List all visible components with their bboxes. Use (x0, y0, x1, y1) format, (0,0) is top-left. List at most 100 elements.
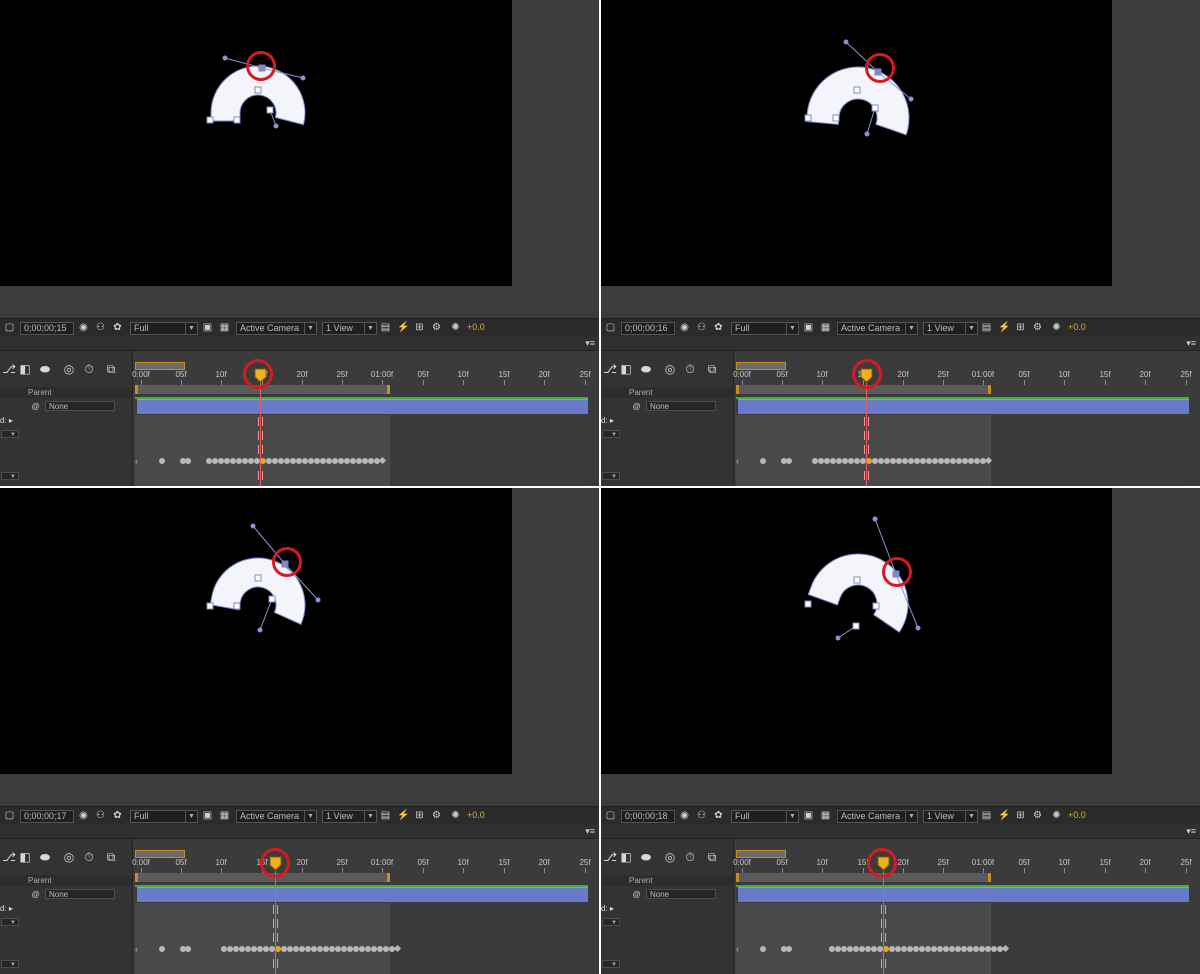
flowchart-icon[interactable]: ⚙ (1032, 810, 1043, 821)
resolution-select[interactable]: Full (130, 322, 190, 335)
transparency-grid-icon[interactable]: ▦ (820, 322, 831, 333)
panel-menu-icon[interactable]: ▾≡ (585, 337, 595, 349)
prev-keyframe-icon[interactable]: ‹ (135, 455, 138, 467)
toggle-pixel-aspect-icon[interactable]: ▤ (380, 322, 391, 333)
shape-layer[interactable] (0, 0, 599, 318)
play-icon[interactable]: ▸ (608, 904, 614, 913)
exposure-reset-icon[interactable]: ✺ (450, 322, 461, 333)
exposure-reset-icon[interactable]: ✺ (1051, 810, 1062, 821)
play-icon[interactable]: ▸ (7, 416, 13, 425)
current-time-display[interactable]: 0;00;00;16 (621, 322, 675, 335)
resolution-select[interactable]: Full (731, 322, 791, 335)
exposure-value[interactable]: +0.0 (1068, 810, 1086, 821)
keyframe[interactable] (786, 946, 792, 952)
timeline-icon[interactable]: ⊞ (414, 810, 425, 821)
graph-editor-icon[interactable]: ◎ (62, 850, 76, 864)
current-time-display[interactable]: 0;00;00;17 (20, 810, 74, 823)
keyframe-row[interactable]: ‹ (135, 943, 599, 955)
pickwhip-icon[interactable]: @ (30, 401, 41, 412)
chevron-down-icon[interactable]: ▼ (786, 322, 799, 335)
keyframe[interactable] (159, 946, 165, 952)
motion-blur-icon[interactable]: ⬬ (38, 362, 52, 376)
panel-menu-icon[interactable]: ▾≡ (1186, 825, 1196, 837)
region-of-interest-icon[interactable]: ▢ (605, 322, 616, 333)
layer-bar[interactable] (738, 887, 1200, 902)
exposure-value[interactable]: +0.0 (1068, 322, 1086, 333)
flowchart-icon[interactable]: ⚙ (1032, 322, 1043, 333)
pickwhip-icon[interactable]: @ (631, 889, 642, 900)
play-icon[interactable]: ▸ (7, 904, 13, 913)
fast-preview-icon[interactable]: ⚡ (998, 322, 1010, 333)
work-area-bar[interactable] (736, 873, 991, 882)
parent-select[interactable]: None (646, 401, 716, 411)
prev-keyframe-icon[interactable]: ‹ (736, 455, 739, 467)
draft-3d-icon[interactable]: ◧ (619, 850, 633, 864)
keyframe[interactable] (185, 458, 191, 464)
chevron-down-icon[interactable]: ▼ (965, 810, 978, 823)
keyframe-row[interactable]: ‹ (135, 455, 599, 467)
graph-editor-icon[interactable]: ◎ (663, 850, 677, 864)
chevron-down-icon[interactable]: ▼ (965, 322, 978, 335)
chevron-down-icon[interactable]: ▼ (364, 810, 377, 823)
draft-3d-icon[interactable]: ◧ (18, 850, 32, 864)
keyframe-row[interactable]: ‹ (736, 455, 1200, 467)
region-toggle-icon[interactable]: ▣ (202, 322, 213, 333)
comp-flowchart-icon[interactable]: ⎇ (603, 362, 617, 376)
chevron-down-icon[interactable]: ▼ (1, 430, 19, 438)
time-navigator[interactable] (736, 850, 786, 858)
chevron-down-icon[interactable]: ▼ (905, 322, 918, 335)
snapshot-icon[interactable]: ◉ (679, 810, 690, 821)
motion-blur-icon[interactable]: ⬬ (639, 362, 653, 376)
chevron-down-icon[interactable]: ▼ (185, 810, 198, 823)
timeline-icon[interactable]: ⊞ (1015, 810, 1026, 821)
timeline-scrollbar[interactable] (588, 875, 599, 974)
timeline-scrollbar[interactable] (588, 387, 599, 486)
snapshot-icon[interactable]: ◉ (679, 322, 690, 333)
exposure-reset-icon[interactable]: ✺ (1051, 322, 1062, 333)
fast-preview-icon[interactable]: ⚡ (397, 810, 409, 821)
region-of-interest-icon[interactable]: ▢ (605, 810, 616, 821)
show-snapshot-icon[interactable]: ⚇ (696, 810, 707, 821)
graph-editor-icon[interactable]: ◎ (663, 362, 677, 376)
transparency-grid-icon[interactable]: ▦ (219, 322, 230, 333)
color-channels-icon[interactable]: ✿ (713, 810, 724, 821)
stopwatch-icon[interactable]: ⧉ (705, 362, 719, 376)
chevron-down-icon[interactable]: ▼ (304, 322, 317, 335)
chevron-down-icon[interactable]: ▼ (185, 322, 198, 335)
region-of-interest-icon[interactable]: ▢ (4, 810, 15, 821)
color-channels-icon[interactable]: ✿ (713, 322, 724, 333)
show-snapshot-icon[interactable]: ⚇ (95, 810, 106, 821)
chevron-down-icon[interactable]: ▼ (602, 960, 620, 968)
exposure-reset-icon[interactable]: ✺ (450, 810, 461, 821)
chevron-down-icon[interactable]: ▼ (364, 322, 377, 335)
shape-layer[interactable] (601, 0, 1200, 318)
snapshot-icon[interactable]: ⏱ (683, 850, 697, 864)
camera-select[interactable]: Active Camera (236, 810, 308, 823)
shape-layer[interactable] (0, 488, 599, 806)
time-ruler[interactable]: 0:00f05f10f15f20f25f01:00f05f10f15f20f25… (132, 351, 599, 394)
keyframe-end[interactable] (1001, 944, 1010, 953)
timeline-scrollbar[interactable] (1189, 387, 1200, 486)
color-channels-icon[interactable]: ✿ (112, 810, 123, 821)
keyframe[interactable] (760, 458, 766, 464)
show-snapshot-icon[interactable]: ⚇ (696, 322, 707, 333)
chevron-down-icon[interactable]: ▼ (786, 810, 799, 823)
time-navigator[interactable] (736, 362, 786, 370)
keyframe-end[interactable] (393, 944, 402, 953)
current-time-display[interactable]: 0;00;00;18 (621, 810, 675, 823)
motion-blur-icon[interactable]: ⬬ (38, 850, 52, 864)
motion-blur-icon[interactable]: ⬬ (639, 850, 653, 864)
keyframe[interactable] (159, 458, 165, 464)
parent-select[interactable]: None (45, 889, 115, 899)
resolution-select[interactable]: Full (130, 810, 190, 823)
comp-flowchart-icon[interactable]: ⎇ (2, 850, 16, 864)
prev-keyframe-icon[interactable]: ‹ (135, 943, 138, 955)
view-layout-select[interactable]: 1 View (322, 810, 368, 823)
keyframe-row[interactable]: ‹ (736, 943, 1200, 955)
chevron-down-icon[interactable]: ▼ (1, 472, 19, 480)
draft-3d-icon[interactable]: ◧ (18, 362, 32, 376)
transparency-grid-icon[interactable]: ▦ (820, 810, 831, 821)
keyframe[interactable] (760, 946, 766, 952)
comp-flowchart-icon[interactable]: ⎇ (2, 362, 16, 376)
current-time-display[interactable]: 0;00;00;15 (20, 322, 74, 335)
